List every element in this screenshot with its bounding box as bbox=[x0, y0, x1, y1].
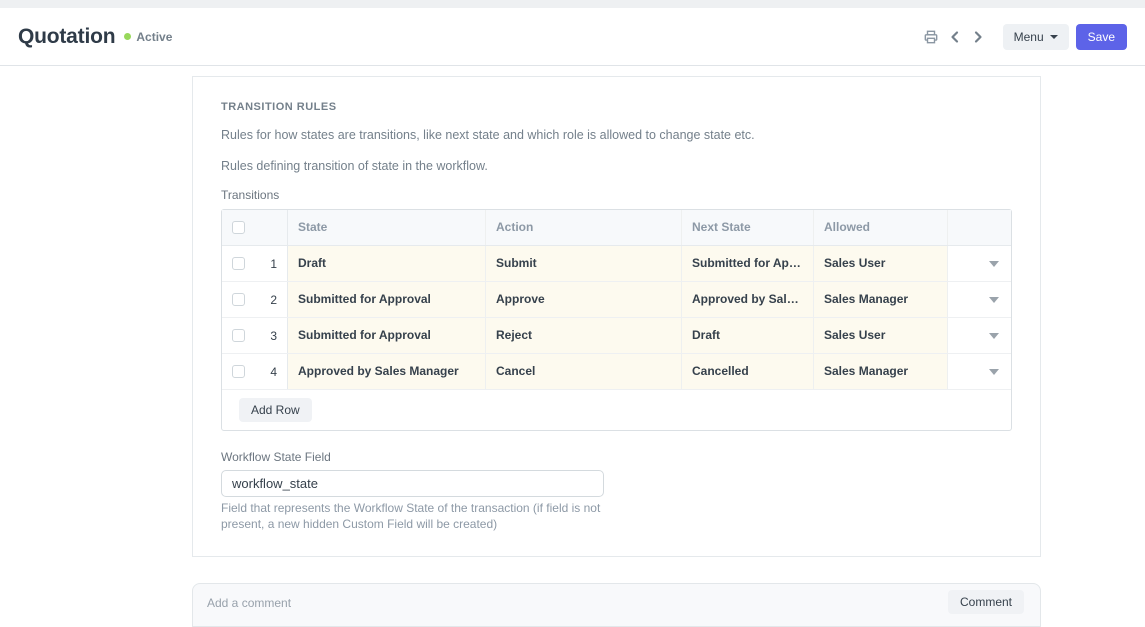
row-checkbox[interactable] bbox=[232, 365, 245, 378]
row-number: 1 bbox=[270, 247, 277, 281]
cell-allowed[interactable]: Sales User bbox=[814, 318, 948, 353]
table-row: 2 Submitted for Approval Approve Approve… bbox=[222, 282, 1011, 318]
row-select-cell: 4 bbox=[222, 354, 288, 389]
transitions-grid: State Action Next State Allowed 1 Draft … bbox=[221, 209, 1012, 431]
section-divider bbox=[193, 76, 1040, 77]
column-header-state: State bbox=[288, 210, 486, 245]
add-row-button[interactable]: Add Row bbox=[239, 398, 312, 422]
cell-action[interactable]: Reject bbox=[486, 318, 682, 353]
cell-allowed[interactable]: Sales Manager bbox=[814, 354, 948, 389]
chevron-right-icon[interactable] bbox=[970, 28, 986, 46]
cell-allowed[interactable]: Sales Manager bbox=[814, 282, 948, 317]
select-all-checkbox[interactable] bbox=[232, 221, 245, 234]
caret-down-icon bbox=[1050, 35, 1058, 39]
grid-header-select-cell bbox=[222, 210, 288, 245]
form-card: TRANSITION RULES Rules for how states ar… bbox=[192, 76, 1041, 557]
cell-allowed[interactable]: Sales User bbox=[814, 246, 948, 281]
page-title: Quotation bbox=[18, 25, 115, 49]
cell-action[interactable]: Cancel bbox=[486, 354, 682, 389]
status-badge: Active bbox=[124, 30, 172, 44]
table-row: 1 Draft Submit Submitted for App... Sale… bbox=[222, 246, 1011, 282]
grid-footer: Add Row bbox=[222, 390, 1011, 430]
row-caret-down-icon bbox=[989, 369, 999, 375]
workflow-state-field: Workflow State Field Field that represen… bbox=[221, 450, 1012, 532]
header-actions: Menu Save bbox=[922, 24, 1127, 50]
row-checkbox[interactable] bbox=[232, 329, 245, 342]
section-description: Rules for how states are transitions, li… bbox=[221, 128, 1012, 142]
row-menu-cell[interactable] bbox=[948, 246, 1011, 281]
cell-action[interactable]: Approve bbox=[486, 282, 682, 317]
cell-state[interactable]: Submitted for Approval bbox=[288, 282, 486, 317]
row-caret-down-icon bbox=[989, 261, 999, 267]
row-number: 3 bbox=[270, 319, 277, 353]
cell-next-state[interactable]: Submitted for App... bbox=[682, 246, 814, 281]
row-select-cell: 3 bbox=[222, 318, 288, 353]
field-description: Rules defining transition of state in th… bbox=[221, 159, 1012, 173]
section-title: TRANSITION RULES bbox=[221, 101, 1012, 113]
row-caret-down-icon bbox=[989, 297, 999, 303]
grid-body: 1 Draft Submit Submitted for App... Sale… bbox=[222, 246, 1011, 390]
table-row: 4 Approved by Sales Manager Cancel Cance… bbox=[222, 354, 1011, 390]
cell-action[interactable]: Submit bbox=[486, 246, 682, 281]
cell-next-state[interactable]: Approved by Sales... bbox=[682, 282, 814, 317]
row-caret-down-icon bbox=[989, 333, 999, 339]
row-checkbox[interactable] bbox=[232, 257, 245, 270]
status-dot-icon bbox=[124, 33, 131, 40]
row-checkbox[interactable] bbox=[232, 293, 245, 306]
row-menu-cell[interactable] bbox=[948, 282, 1011, 317]
menu-button[interactable]: Menu bbox=[1003, 24, 1069, 50]
row-select-cell: 2 bbox=[222, 282, 288, 317]
column-header-action: Action bbox=[486, 210, 682, 245]
row-number: 2 bbox=[270, 283, 277, 317]
comment-button[interactable]: Comment bbox=[948, 590, 1024, 614]
transition-rules-section: TRANSITION RULES Rules for how states ar… bbox=[193, 101, 1040, 556]
cell-next-state[interactable]: Draft bbox=[682, 318, 814, 353]
transitions-table-label: Transitions bbox=[221, 188, 1012, 202]
grid-header-menu-cell bbox=[948, 210, 1011, 245]
save-button[interactable]: Save bbox=[1076, 24, 1127, 50]
row-number: 4 bbox=[270, 355, 277, 389]
table-row: 3 Submitted for Approval Reject Draft Sa… bbox=[222, 318, 1011, 354]
column-header-allowed: Allowed bbox=[814, 210, 948, 245]
print-icon[interactable] bbox=[922, 28, 940, 46]
column-header-next-state: Next State bbox=[682, 210, 814, 245]
cell-state[interactable]: Approved by Sales Manager bbox=[288, 354, 486, 389]
row-menu-cell[interactable] bbox=[948, 354, 1011, 389]
grid-header-row: State Action Next State Allowed bbox=[222, 210, 1011, 246]
cell-next-state[interactable]: Cancelled bbox=[682, 354, 814, 389]
title-area: Quotation Active bbox=[18, 25, 172, 49]
status-label: Active bbox=[136, 30, 172, 44]
row-select-cell: 1 bbox=[222, 246, 288, 281]
workflow-state-field-label: Workflow State Field bbox=[221, 450, 1012, 464]
row-menu-cell[interactable] bbox=[948, 318, 1011, 353]
cell-state[interactable]: Draft bbox=[288, 246, 486, 281]
workflow-state-input[interactable] bbox=[221, 470, 604, 497]
cell-state[interactable]: Submitted for Approval bbox=[288, 318, 486, 353]
chevron-left-icon[interactable] bbox=[947, 28, 963, 46]
comment-placeholder: Add a comment bbox=[207, 596, 291, 610]
workflow-state-help-text: Field that represents the Workflow State… bbox=[221, 501, 603, 532]
page-header: Quotation Active Menu Save bbox=[0, 8, 1145, 66]
menu-button-label: Menu bbox=[1014, 30, 1044, 44]
top-strip bbox=[0, 0, 1145, 8]
